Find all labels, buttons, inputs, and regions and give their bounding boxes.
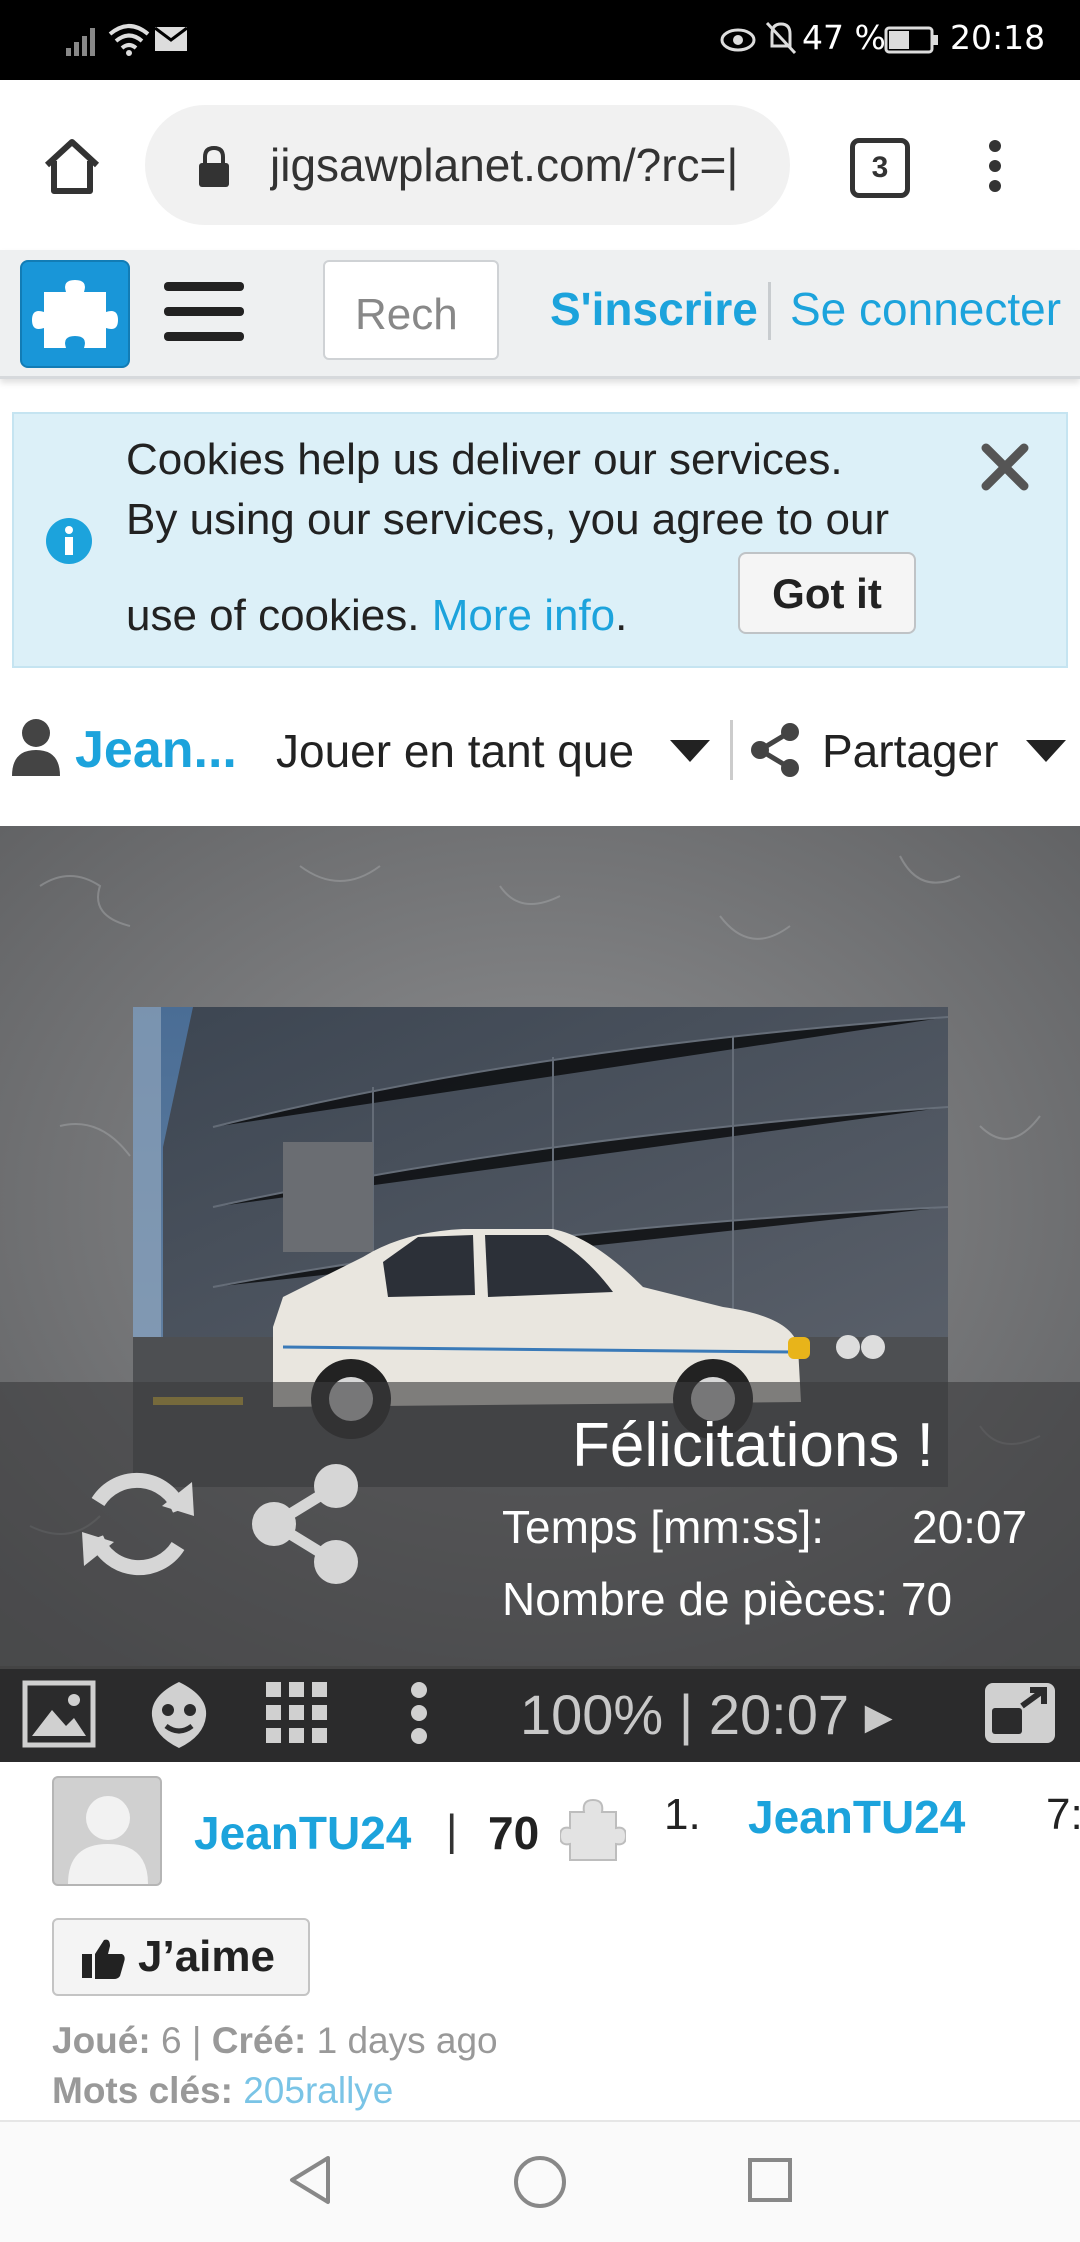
played-value: 6 | <box>150 2020 212 2061</box>
signal-icon <box>66 28 95 56</box>
time-value: 20:07 <box>912 1501 1028 1553</box>
info-separator: | <box>446 1806 458 1855</box>
play-stats: Joué: 6 | Créé: 1 days ago <box>52 2020 498 2062</box>
home-nav-icon[interactable] <box>512 2154 568 2210</box>
piece-count-value: 70 <box>488 1807 540 1859</box>
author-avatar[interactable] <box>52 1776 162 1886</box>
cookie-line-3-text: use of cookies. <box>126 591 420 640</box>
puzzle-piece-icon <box>560 1798 626 1861</box>
mute-bell-icon <box>765 21 797 55</box>
time-label: Temps [mm:ss]: <box>502 1501 825 1553</box>
like-label[interactable]: J’aime <box>138 1932 275 1982</box>
share-icon[interactable] <box>750 722 800 778</box>
login-link[interactable]: Se connecter <box>790 282 1061 336</box>
play-as-dropdown[interactable]: Jouer en tant que <box>276 724 634 778</box>
info-icon <box>46 518 92 564</box>
fullscreen-icon[interactable] <box>982 1680 1058 1746</box>
leaderboard-time: 7: <box>1046 1790 1080 1839</box>
cookie-line-1: Cookies help us deliver our services. <box>126 435 843 484</box>
author-name[interactable]: JeanTU24 <box>194 1806 411 1860</box>
share-chevron-down-icon[interactable] <box>1024 738 1068 764</box>
ghost-image-icon[interactable] <box>146 1678 212 1752</box>
recents-icon[interactable] <box>746 2156 794 2204</box>
more-options-icon[interactable] <box>408 1680 430 1746</box>
image-preview-icon[interactable] <box>22 1680 96 1748</box>
zoom-and-timer: 100% | 20:07 ▸ <box>520 1683 893 1746</box>
leaderboard-rank: 1. <box>664 1790 701 1839</box>
status-bar: 47 % 20:18 <box>0 0 1080 80</box>
hamburger-menu-icon[interactable] <box>162 280 246 344</box>
mail-icon <box>154 26 188 51</box>
share-result-icon[interactable] <box>250 1462 362 1586</box>
signup-link[interactable]: S'inscrire <box>550 282 758 336</box>
puzzle-piece-icon <box>32 280 118 348</box>
more-info-link[interactable]: More info <box>432 591 615 640</box>
keyword-link[interactable]: 205rallye <box>233 2070 393 2111</box>
congratulations-title: Félicitations ! <box>572 1411 934 1480</box>
battery-icon <box>884 26 938 54</box>
avatar-placeholder-icon <box>68 1796 148 1884</box>
restart-icon[interactable] <box>76 1462 200 1586</box>
created-value: 1 days ago <box>306 2020 498 2061</box>
battery-percent: 47 % <box>802 18 886 57</box>
created-label: Créé: <box>211 2020 307 2061</box>
cookie-line-2: By using our services, you agree to our <box>126 495 890 544</box>
share-dropdown[interactable]: Partager <box>822 724 998 778</box>
eye-icon <box>720 28 756 52</box>
played-label: Joué: <box>52 2020 151 2061</box>
thumbs-up-icon <box>82 1939 125 1979</box>
back-icon[interactable] <box>286 2154 332 2206</box>
chevron-down-icon[interactable] <box>668 738 712 764</box>
keywords-row: Mots clés: 205rallye <box>52 2070 393 2112</box>
home-icon[interactable] <box>42 137 102 195</box>
menu-dots-icon[interactable] <box>984 138 1006 194</box>
piece-count: Nombre de pièces: 70 <box>502 1573 953 1625</box>
leaderboard-name[interactable]: JeanTU24 <box>748 1790 965 1844</box>
got-it-button[interactable]: Got it <box>738 552 916 634</box>
search-input[interactable]: Rech <box>323 260 499 360</box>
lock-icon <box>199 145 229 187</box>
header-divider <box>768 282 771 340</box>
keywords-label: Mots clés: <box>52 2070 233 2111</box>
wifi-icon <box>108 24 150 56</box>
jigsawplanet-logo[interactable] <box>20 260 130 368</box>
tab-switcher-button[interactable]: 3 <box>850 138 910 198</box>
close-icon[interactable] <box>980 442 1030 492</box>
url-text[interactable]: jigsawplanet.com/?rc=| <box>270 138 765 198</box>
clock: 20:18 <box>950 18 1046 57</box>
row-divider <box>730 720 733 780</box>
user-icon <box>12 719 60 776</box>
current-user-name[interactable]: Jean... <box>75 720 237 780</box>
cookie-period: . <box>615 591 628 640</box>
arrange-pieces-icon[interactable] <box>264 1680 330 1746</box>
